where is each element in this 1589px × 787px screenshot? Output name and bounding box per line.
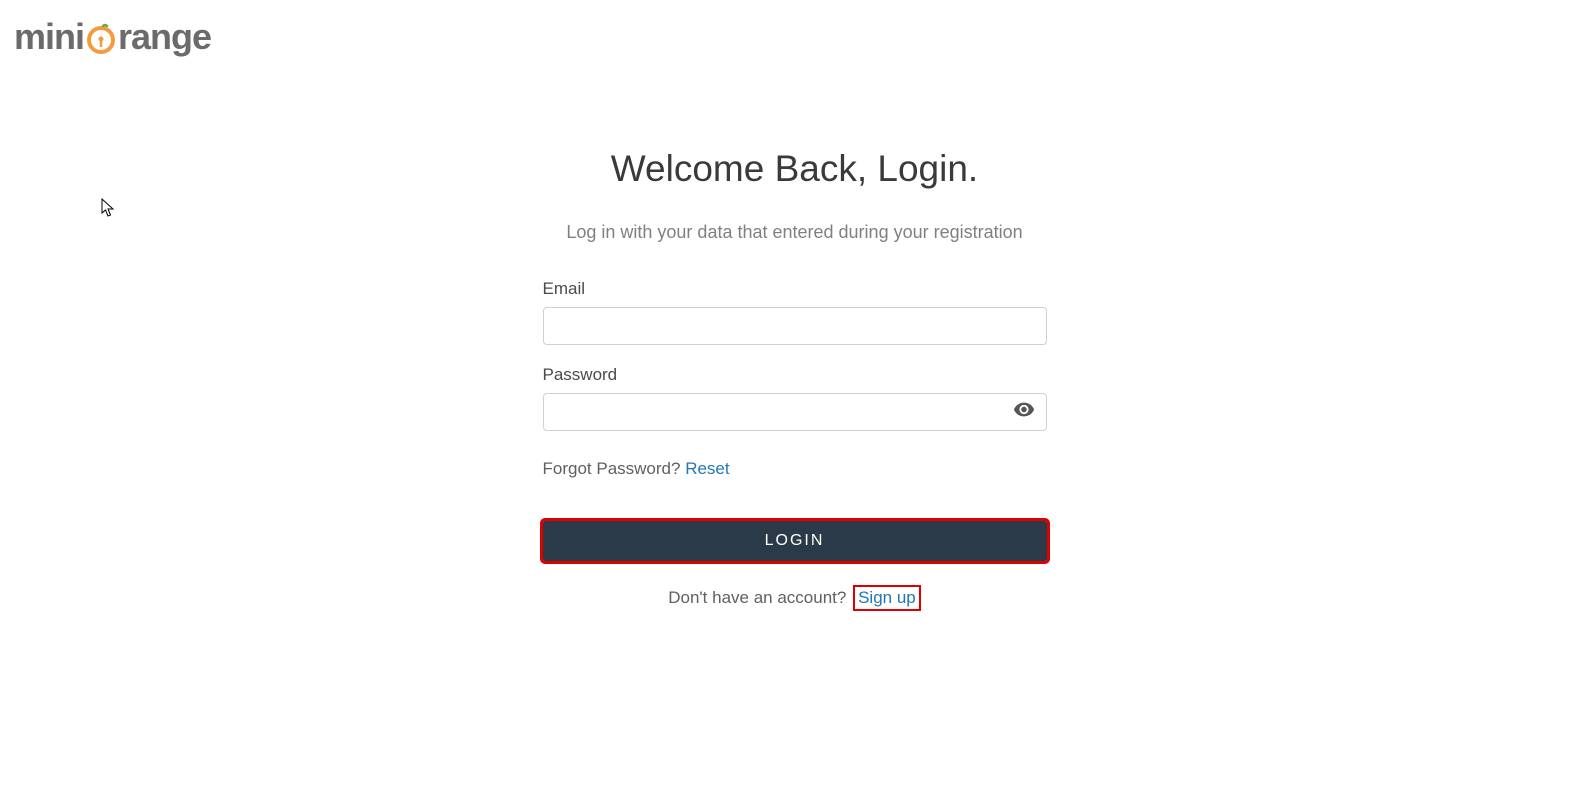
password-label: Password	[543, 365, 1047, 385]
password-group: Password	[543, 365, 1047, 431]
password-input[interactable]	[543, 393, 1047, 431]
logo-text-after: range	[118, 16, 211, 58]
page-subtitle: Log in with your data that entered durin…	[566, 222, 1022, 243]
reset-link[interactable]: Reset	[685, 459, 729, 478]
login-button[interactable]: LOGIN	[543, 521, 1047, 561]
login-panel: Welcome Back, Login. Log in with your da…	[543, 148, 1047, 611]
forgot-password-text: Forgot Password?	[543, 459, 686, 478]
email-input[interactable]	[543, 307, 1047, 345]
page-title: Welcome Back, Login.	[611, 148, 978, 190]
signup-text: Don't have an account?	[668, 588, 851, 607]
signup-link[interactable]: Sign up	[853, 585, 921, 611]
logo-text-before: mini	[14, 16, 84, 58]
signup-row: Don't have an account? Sign up	[543, 585, 1047, 611]
cursor-icon	[101, 198, 117, 223]
email-group: Email	[543, 279, 1047, 345]
forgot-password-row: Forgot Password? Reset	[543, 459, 1047, 479]
show-password-icon[interactable]	[1013, 399, 1035, 426]
orange-logo-icon	[85, 21, 117, 53]
email-label: Email	[543, 279, 1047, 299]
brand-logo: mini range	[14, 16, 211, 58]
